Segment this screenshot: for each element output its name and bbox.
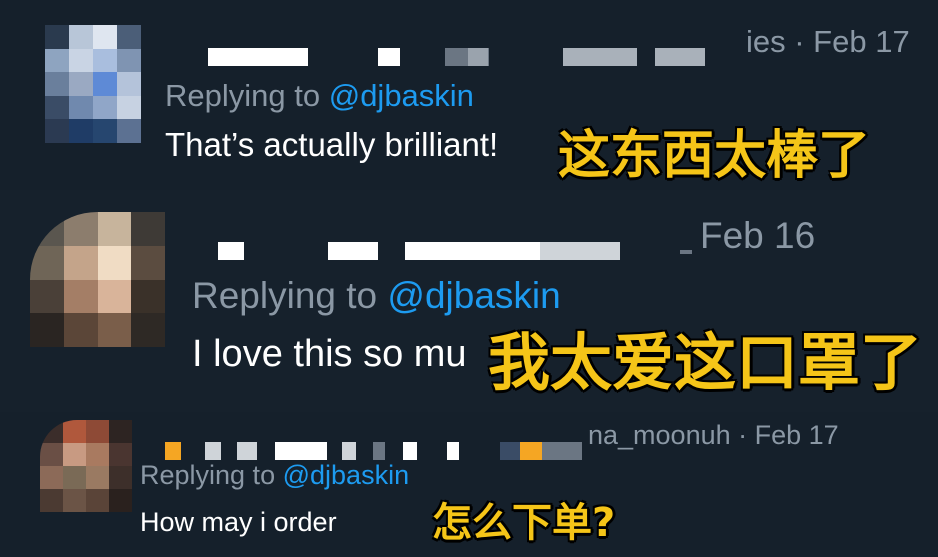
tweet-text: I love this so mu	[192, 333, 467, 375]
replying-to-label: Replying to	[192, 275, 378, 316]
tweet-text: That’s actually brilliant!	[165, 126, 499, 163]
reply-tweet[interactable]: na_moonuh · Feb 17 Replying to @djbaskin…	[0, 412, 938, 557]
replying-to-line: Replying to @djbaskin	[165, 78, 474, 114]
tweet-meta[interactable]: ies · Feb 17	[746, 24, 910, 60]
tweet-text: How may i order	[140, 507, 337, 537]
mention-link[interactable]: @djbaskin	[283, 460, 409, 490]
replying-to-label: Replying to	[140, 460, 276, 490]
replying-to-label: Replying to	[165, 78, 321, 113]
avatar[interactable]	[30, 212, 165, 347]
replying-to-line: Replying to @djbaskin	[192, 275, 561, 317]
mention-link[interactable]: @djbaskin	[329, 78, 474, 113]
reply-tweet[interactable]: Feb 16 Replying to @djbaskin I love this…	[0, 190, 938, 412]
chinese-caption: 这东西太棒了	[558, 126, 871, 186]
mention-link[interactable]: @djbaskin	[387, 275, 560, 316]
chinese-caption: 我太爱这口罩了	[488, 326, 923, 399]
tweet-meta[interactable]: Feb 16	[700, 215, 815, 257]
replying-to-line: Replying to @djbaskin	[140, 460, 409, 491]
chinese-caption: 怎么下单?	[432, 500, 616, 546]
avatar[interactable]	[40, 420, 132, 512]
reply-tweet[interactable]: ies · Feb 17 Replying to @djbaskin That’…	[0, 0, 938, 190]
tweet-meta[interactable]: na_moonuh · Feb 17	[588, 420, 839, 451]
avatar[interactable]	[45, 25, 141, 143]
